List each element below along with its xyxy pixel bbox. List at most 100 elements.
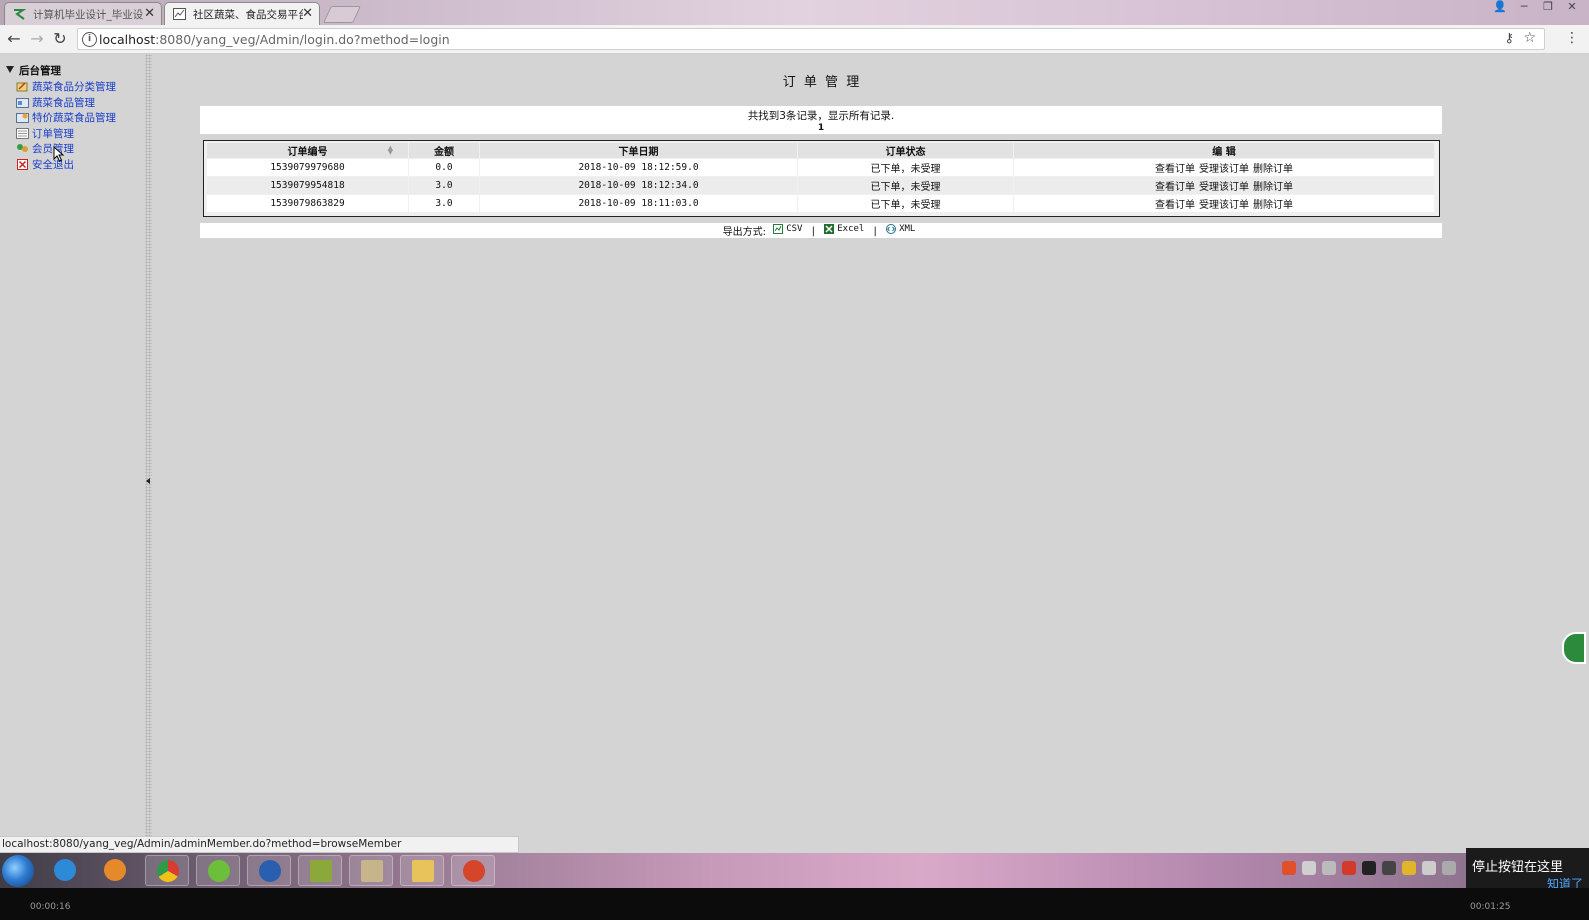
elapsed-time: 00:00:16 — [30, 902, 71, 912]
tray-icon[interactable] — [1342, 861, 1356, 875]
qq-icon[interactable] — [1362, 861, 1376, 875]
sidebar-item-orders[interactable]: 订单管理 — [16, 126, 74, 141]
system-tray — [1282, 861, 1456, 875]
chrome-icon — [157, 860, 179, 882]
tooltip-text: 停止按钮在这里 — [1472, 860, 1564, 875]
sort-icon[interactable]: ▲ ▼ — [388, 145, 393, 156]
tray-icon[interactable] — [1382, 861, 1396, 875]
address-bar[interactable]: i localhost:8080/yang_veg/Admin/login.do… — [77, 28, 1545, 50]
chrome-taskbar-button[interactable] — [145, 855, 189, 886]
url-path: :8080/yang_veg/Admin/login.do?method=log… — [155, 32, 450, 47]
table-header-row: 订单编号 ▲ ▼ 金额 下单日期 订单状态 编 辑 — [207, 143, 1434, 158]
input-method-icon[interactable] — [1282, 861, 1296, 875]
delete-order-link[interactable]: 删除订单 — [1253, 182, 1293, 193]
frame-splitter[interactable] — [145, 54, 152, 854]
new-tab-button[interactable] — [323, 6, 361, 23]
view-order-link[interactable]: 查看订单 — [1155, 182, 1195, 193]
tray-icon[interactable] — [1402, 861, 1416, 875]
expand-triangle-icon[interactable] — [6, 66, 14, 73]
back-arrow-icon[interactable]: ← — [4, 29, 24, 49]
sidebar-item-members[interactable]: 会员管理 — [16, 141, 74, 156]
volume-icon[interactable] — [1442, 861, 1456, 875]
column-header-amount[interactable]: 金额 — [409, 143, 479, 158]
ide-taskbar-button[interactable] — [247, 855, 291, 886]
column-header-label: 订单编号 — [287, 147, 328, 158]
amount-cell: 0.0 — [409, 159, 479, 176]
network-icon[interactable] — [1422, 861, 1436, 875]
recorder-taskbar-button[interactable] — [451, 855, 495, 886]
tab-graduation-design[interactable]: 计算机毕业设计_毕业设计 ✕ — [4, 2, 162, 25]
export-xml-link[interactable]: XML — [886, 223, 916, 234]
edit-cell: 查看订单 受理该订单 删除订单 — [1014, 177, 1434, 194]
column-header-status[interactable]: 订单状态 — [798, 143, 1013, 158]
tray-icon[interactable] — [1322, 861, 1336, 875]
view-order-link[interactable]: 查看订单 — [1155, 164, 1195, 175]
tray-icon[interactable] — [1302, 861, 1316, 875]
special-price-icon — [16, 113, 29, 123]
tab-title: 社区蔬菜、食品交易平台 — [193, 8, 303, 21]
app2-taskbar-button[interactable] — [196, 855, 240, 886]
page-number-link[interactable]: 1 — [200, 123, 1442, 133]
tab-close-icon[interactable]: ✕ — [302, 6, 313, 21]
column-header-date[interactable]: 下单日期 — [480, 143, 797, 158]
date-cell: 2018-10-09 18:11:03.0 — [480, 195, 797, 212]
sidebar-item-special[interactable]: 特价蔬菜食品管理 — [16, 110, 116, 125]
total-time: 00:01:25 — [1470, 902, 1511, 912]
start-button[interactable] — [2, 855, 34, 887]
accept-order-link[interactable]: 受理该订单 — [1199, 164, 1249, 175]
export-csv-link[interactable]: CSV — [773, 223, 803, 234]
column-header-edit: 编 辑 — [1014, 143, 1434, 158]
column-header-order-id[interactable]: 订单编号 ▲ ▼ — [207, 143, 408, 158]
page-favicon-icon — [173, 8, 186, 20]
export-xml-label: XML — [899, 223, 916, 234]
explorer-taskbar-button[interactable] — [400, 855, 444, 886]
collapse-arrow-icon[interactable] — [146, 478, 150, 484]
tab-veg-platform[interactable]: 社区蔬菜、食品交易平台 ✕ — [164, 2, 320, 25]
close-window-icon[interactable]: ✕ — [1561, 0, 1583, 15]
tab-close-icon[interactable]: ✕ — [144, 6, 155, 21]
ie-taskbar-button[interactable] — [43, 855, 87, 886]
column-header-label: 编 辑 — [1212, 147, 1236, 158]
view-order-link[interactable]: 查看订单 — [1155, 200, 1195, 211]
record-summary: 共找到3条记录，显示所有记录. — [747, 110, 895, 122]
chart-app-taskbar-button[interactable] — [298, 855, 342, 886]
accept-order-link[interactable]: 受理该订单 — [1199, 182, 1249, 193]
address-url[interactable]: localhost:8080/yang_veg/Admin/login.do?m… — [99, 32, 450, 47]
tree-root-label: 后台管理 — [19, 65, 61, 77]
chart-app-icon — [310, 860, 332, 882]
export-csv-label: CSV — [786, 223, 803, 234]
sidebar-item-logout[interactable]: 安全退出 — [16, 157, 74, 172]
tree-root[interactable]: 后台管理 — [6, 63, 61, 78]
excel-icon — [824, 223, 835, 234]
column-header-label: 下单日期 — [618, 147, 659, 158]
delete-order-link[interactable]: 删除订单 — [1253, 200, 1293, 211]
amount-cell: 3.0 — [409, 177, 479, 194]
restore-icon[interactable]: ❐ — [1537, 0, 1559, 15]
orders-table-container: 订单编号 ▲ ▼ 金额 下单日期 订单状态 编 辑 1539079979680 0.… — [203, 140, 1440, 217]
mouse-cursor-icon — [53, 146, 65, 162]
sidebar-item-category[interactable]: 蔬菜食品分类管理 — [16, 79, 116, 94]
sidebar-item-products[interactable]: 蔬菜食品管理 — [16, 95, 95, 110]
delete-order-link[interactable]: 删除订单 — [1253, 164, 1293, 175]
tools-taskbar-button[interactable] — [349, 855, 393, 886]
minimize-icon[interactable]: ─ — [1513, 0, 1535, 15]
info-icon[interactable]: i — [82, 32, 97, 47]
status-cell: 已下单，未受理 — [798, 195, 1013, 212]
order-id-cell: 1539079954818 — [207, 177, 408, 194]
export-excel-label: Excel — [837, 223, 865, 234]
site-favicon-icon — [14, 9, 26, 20]
key-icon[interactable]: ⚷ — [1504, 31, 1514, 46]
export-excel-link[interactable]: Excel — [824, 223, 865, 234]
accept-order-link[interactable]: 受理该订单 — [1199, 200, 1249, 211]
reload-icon[interactable]: ↻ — [50, 29, 70, 49]
bookmark-star-icon[interactable]: ☆ — [1523, 30, 1536, 46]
edit-cell: 查看订单 受理该订单 删除订单 — [1014, 195, 1434, 212]
tab-strip: 计算机毕业设计_毕业设计 ✕ 社区蔬菜、食品交易平台 ✕ 👤 ─ ❐ ✕ — [0, 0, 1589, 25]
page-title: 订 单 管 理 — [782, 75, 862, 90]
app-taskbar-button[interactable] — [93, 855, 137, 886]
forward-arrow-icon[interactable]: → — [27, 29, 47, 49]
menu-dots-icon[interactable]: ⋮ — [1565, 30, 1579, 46]
floating-side-button[interactable] — [1562, 632, 1586, 664]
windows-taskbar — [0, 853, 1589, 888]
user-icon[interactable]: 👤 — [1489, 0, 1511, 15]
